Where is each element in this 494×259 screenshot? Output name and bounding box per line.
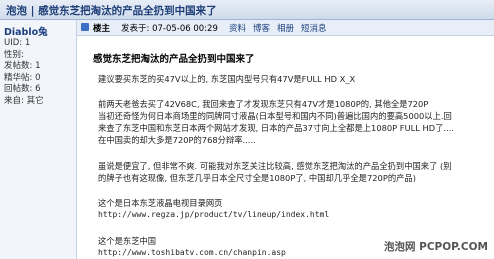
user-essence: 精华帖: 0 bbox=[4, 72, 41, 83]
post-title: 感觉东芝把淘汰的产品全扔到中国来了 bbox=[93, 54, 255, 65]
user-from: 来自: 其它 bbox=[4, 95, 44, 106]
site-watermark: 泡泡网 PCPOP.COM bbox=[383, 241, 488, 253]
profile-link[interactable]: 资料 bbox=[229, 22, 246, 34]
post-icon bbox=[81, 23, 89, 31]
post-paragraph: 建议要买东芝的买47V以上的, 东芝国内型号只有47V是FULL HD X_X bbox=[98, 74, 356, 84]
message-link[interactable]: 短消息 bbox=[301, 22, 327, 34]
user-uid: UID: 1 bbox=[4, 38, 31, 48]
user-stats: UID: 1 性别: 发帖数: 1 精华帖: 0 回帖数: 6 来自: 其它 bbox=[4, 38, 44, 107]
post-paragraph: 前两天老爸去买了42V68C, 我回来查了才发现东芝只有47V才是1080P的,… bbox=[98, 99, 429, 109]
regza-url-link[interactable]: http://www.regza.jp/product/tv/lineup/in… bbox=[98, 209, 329, 221]
blog-link[interactable]: 博客 bbox=[253, 22, 270, 34]
post-paragraph: 的牌子也有这现像, 但东芝几乎日本全尺寸全是1080P了, 中国却几乎全是720… bbox=[98, 173, 416, 183]
post-paragraph: 虽说是便宜了, 但非常不爽. 可能我对东芝关注比较高, 感觉东芝把淘汰的产品全扔… bbox=[98, 161, 452, 171]
link-label: 这个是日本东芝液晶电视目录网页 bbox=[98, 198, 223, 208]
album-link[interactable]: 相册 bbox=[277, 22, 294, 34]
user-gender: 性别: bbox=[4, 49, 24, 60]
user-info-panel: Diablo兔 UID: 1 性别: 发帖数: 1 精华帖: 0 回帖数: 6 … bbox=[0, 20, 77, 259]
author-label: 楼主 bbox=[93, 24, 111, 34]
post-paragraph: 在中国卖的却大多是720P的768分辩率..... bbox=[98, 135, 256, 145]
post-paragraph: 当初还奇怪为何日本商场里的同牌同寸液晶(日本型号和国内不同)普遍比国内的要高50… bbox=[98, 111, 452, 121]
post-main: 楼主 发表于: 07-05-06 00:29 资料 博客 相册 短消息 感觉东芝… bbox=[77, 20, 494, 259]
username-link[interactable]: Diablo兔 bbox=[4, 24, 48, 38]
post-header: 楼主 发表于: 07-05-06 00:29 资料 博客 相册 短消息 bbox=[77, 20, 494, 36]
title-bar: 泡泡 | 感觉东芝把淘汰的产品全扔到中国来了 bbox=[0, 0, 494, 20]
post-paragraph: 来查了东芝中国和东芝日本两个网站才发现, 日本的产品37寸向上全都是上1080P… bbox=[98, 123, 454, 133]
thread-title: 泡泡 | 感觉东芝把淘汰的产品全扔到中国来了 bbox=[6, 5, 217, 17]
link-label: 这个是东芝中国 bbox=[98, 236, 157, 246]
toshiba-url-link[interactable]: http://www.toshibatv.com.cn/chanpin.asp bbox=[98, 247, 286, 259]
user-replies: 回帖数: 6 bbox=[4, 84, 41, 94]
user-posts: 发帖数: 1 bbox=[4, 61, 41, 71]
post-time: 发表于: 07-05-06 00:29 bbox=[121, 24, 218, 34]
